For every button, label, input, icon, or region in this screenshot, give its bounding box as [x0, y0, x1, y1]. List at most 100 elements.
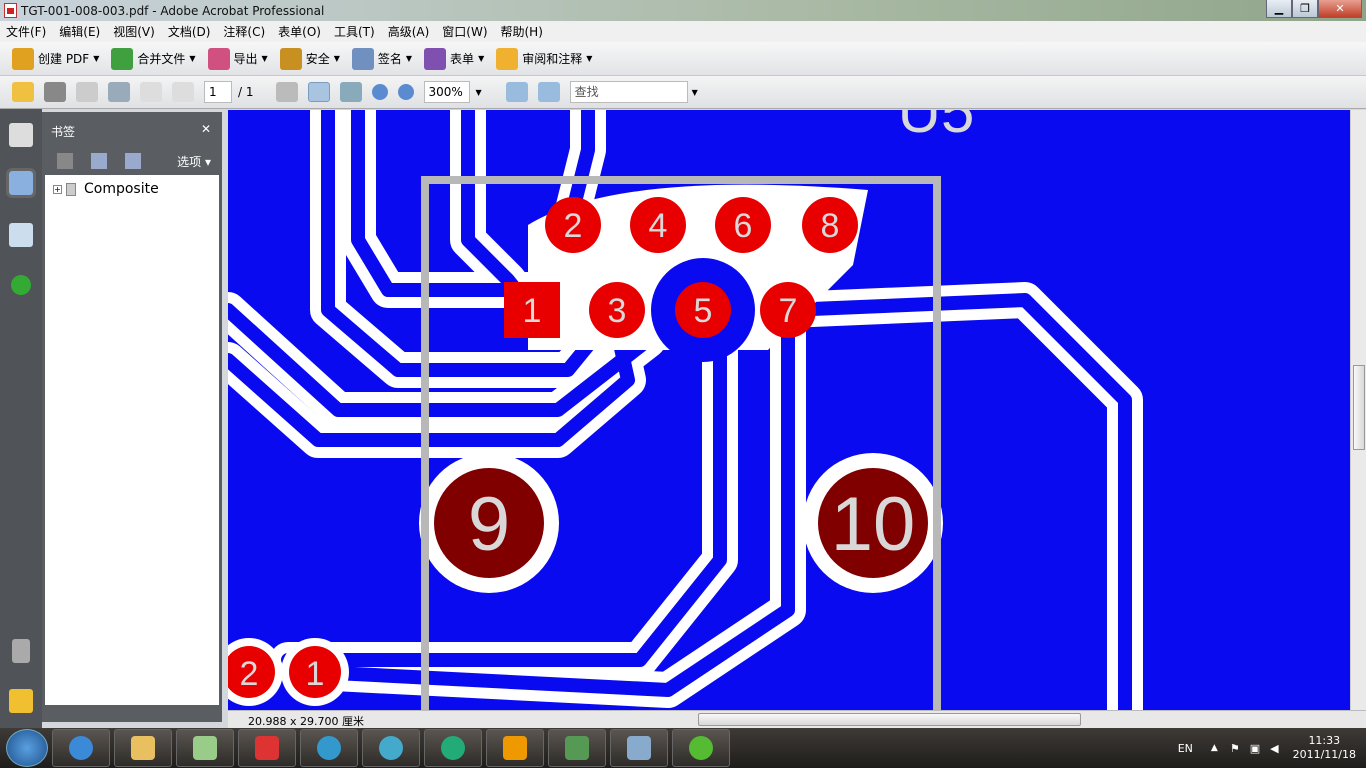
- taskbar-app[interactable]: [176, 729, 234, 767]
- pages-icon[interactable]: [9, 123, 33, 147]
- search-input[interactable]: 查找: [569, 81, 688, 103]
- pad-7: 7: [779, 292, 798, 330]
- pad-1: 1: [523, 292, 542, 330]
- menu-comments[interactable]: 注释(C): [223, 23, 265, 40]
- remote-icon: [627, 736, 651, 760]
- volume-icon[interactable]: ◀: [1270, 742, 1278, 755]
- language-indicator[interactable]: EN: [1178, 742, 1193, 755]
- comment-icon: [496, 47, 519, 70]
- taskbar-thunder[interactable]: [300, 729, 358, 767]
- menu-tools[interactable]: 工具(T): [334, 23, 375, 40]
- create-pdf-button[interactable]: 创建 PDF ▼: [12, 47, 99, 70]
- minimize-button[interactable]: ▁: [1266, 0, 1292, 18]
- next-page-icon[interactable]: [172, 82, 194, 102]
- attachments-icon[interactable]: [12, 639, 30, 663]
- app-icon: [193, 736, 217, 760]
- bookmarks-panel: 书签 ✕ 选项 ▾ + Composite: [42, 112, 222, 722]
- vertical-scroll-thumb[interactable]: [1353, 365, 1365, 450]
- bottom-pad-1: 1: [306, 655, 325, 693]
- options-label: 选项: [177, 154, 202, 169]
- taskbar-remote[interactable]: [610, 729, 668, 767]
- help-icon[interactable]: [11, 275, 31, 295]
- ie-icon: [69, 736, 93, 760]
- combine-files-button[interactable]: 合并文件 ▼: [111, 47, 196, 70]
- sign-button[interactable]: 签名 ▼: [351, 47, 412, 70]
- signatures-icon[interactable]: [9, 223, 33, 247]
- zoom-out-icon[interactable]: [371, 84, 388, 100]
- menu-help[interactable]: 帮助(H): [501, 23, 543, 40]
- security-button[interactable]: 安全 ▼: [279, 47, 340, 70]
- zoom-level-input[interactable]: 300%: [423, 81, 470, 103]
- pads-icon: [565, 736, 589, 760]
- delete-bookmark-icon[interactable]: [57, 153, 73, 169]
- taskbar-ie[interactable]: [52, 729, 110, 767]
- outlook-icon: [503, 736, 527, 760]
- window-title: TGT-001-008-003.pdf - Adobe Acrobat Prof…: [21, 3, 325, 18]
- export-button[interactable]: 导出 ▼: [207, 47, 268, 70]
- menu-advanced[interactable]: 高级(A): [388, 23, 430, 40]
- comments-icon[interactable]: [9, 689, 33, 713]
- label: 签名: [377, 52, 402, 66]
- menu-forms[interactable]: 表单(O): [278, 23, 321, 40]
- zoom-dropdown-icon[interactable]: ▼: [476, 88, 482, 97]
- search-dropdown-icon[interactable]: ▼: [692, 88, 698, 97]
- label: 导出: [233, 52, 258, 66]
- network-icon[interactable]: ▣: [1250, 742, 1260, 755]
- maximize-button[interactable]: ❐: [1292, 0, 1318, 18]
- select-text-icon[interactable]: [275, 82, 298, 102]
- save-icon[interactable]: [76, 82, 98, 102]
- bookmarks-icon[interactable]: [6, 168, 36, 198]
- taskbar-browser[interactable]: [362, 729, 420, 767]
- horizontal-scroll-thumb[interactable]: [698, 713, 1081, 726]
- label: 创建 PDF: [38, 52, 90, 66]
- taskbar-pads[interactable]: [548, 729, 606, 767]
- page-number-input[interactable]: 1: [204, 81, 232, 103]
- taskbar-globe[interactable]: [424, 729, 482, 767]
- pen-icon: [351, 47, 374, 70]
- time: 11:33: [1308, 734, 1341, 747]
- panel-close-button[interactable]: ✕: [201, 122, 211, 136]
- start-button[interactable]: [6, 729, 48, 767]
- marquee-zoom-icon[interactable]: [339, 82, 362, 102]
- open-folder-icon[interactable]: [12, 82, 34, 102]
- zoom-in-icon[interactable]: [397, 84, 414, 100]
- menu-file[interactable]: 文件(F): [6, 23, 46, 40]
- forms-button[interactable]: 表单 ▼: [424, 47, 484, 70]
- navigation-toolbar: 1 / 1 300% ▼ 查找 ▼: [0, 76, 1366, 109]
- taskbar-explorer[interactable]: [114, 729, 172, 767]
- date: 2011/11/18: [1292, 748, 1356, 761]
- vertical-scrollbar[interactable]: [1350, 110, 1366, 710]
- pad-10: 10: [831, 482, 916, 567]
- fit-width-icon[interactable]: [505, 82, 528, 102]
- new-bookmark-icon[interactable]: [91, 153, 107, 169]
- print-icon[interactable]: [44, 82, 66, 102]
- label: 表单: [450, 52, 475, 66]
- expand-toggle[interactable]: +: [53, 184, 62, 194]
- create-pdf-icon: [12, 47, 34, 70]
- taskbar-plus[interactable]: [672, 729, 730, 767]
- pdf-app-icon: [4, 3, 17, 18]
- system-tray: EN ▲ ⚑ ▣ ◀ 11:33 2011/11/18: [1178, 728, 1356, 768]
- menu-window[interactable]: 窗口(W): [442, 23, 487, 40]
- bookmark-item[interactable]: + Composite: [53, 181, 211, 197]
- label: 审阅和注释: [522, 52, 583, 66]
- fit-page-icon[interactable]: [537, 82, 560, 102]
- options-button[interactable]: 选项 ▾: [177, 153, 211, 170]
- taskbar-outlook[interactable]: [486, 729, 544, 767]
- expand-bookmark-icon[interactable]: [125, 153, 141, 169]
- email-icon[interactable]: [108, 82, 130, 102]
- show-hidden-icons[interactable]: ▲: [1211, 743, 1218, 753]
- menu-edit[interactable]: 编辑(E): [59, 23, 100, 40]
- bookmark-tree: + Composite: [45, 175, 219, 705]
- close-button[interactable]: ✕: [1318, 0, 1362, 18]
- taskbar-acrobat[interactable]: [238, 729, 296, 767]
- hand-tool-icon[interactable]: [307, 82, 330, 102]
- flag-icon[interactable]: ⚑: [1230, 742, 1240, 755]
- review-comment-button[interactable]: 审阅和注释 ▼: [496, 47, 592, 70]
- pad-2: 2: [564, 207, 583, 245]
- document-view[interactable]: U5 2 4 6 8 1 3 5 7 9 10 2 1: [228, 110, 1350, 710]
- menu-view[interactable]: 视图(V): [113, 23, 155, 40]
- previous-page-icon[interactable]: [140, 82, 162, 102]
- menu-document[interactable]: 文档(D): [168, 23, 211, 40]
- clock[interactable]: 11:33 2011/11/18: [1293, 734, 1356, 762]
